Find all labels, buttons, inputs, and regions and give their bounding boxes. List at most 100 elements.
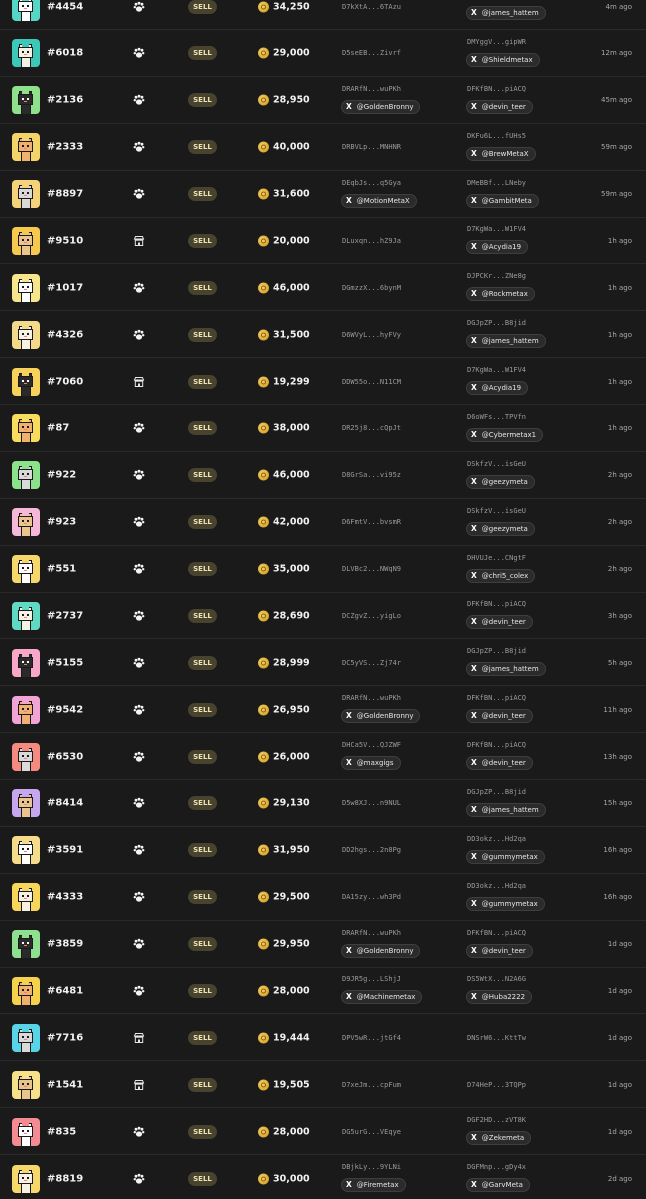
activity-row[interactable]: #7716 SELL 19,444 DPV5wR...jtGf4 DNSrW6...Kt…: [0, 1015, 646, 1062]
activity-row[interactable]: #2737 SELL 28,690 DCZgvZ...yigLo DFKfBN...pi…: [0, 593, 646, 640]
nft-avatar[interactable]: [12, 695, 40, 724]
nft-avatar[interactable]: [12, 555, 40, 584]
buyer-address[interactable]: DFKfBN...piACQ: [467, 741, 526, 749]
token-id[interactable]: #87: [47, 423, 69, 434]
buyer-twitter-badge[interactable]: X @geezymeta: [466, 474, 535, 489]
token-id[interactable]: #2333: [47, 142, 83, 153]
buyer-address[interactable]: DFKfBN...piACQ: [467, 600, 526, 608]
seller-address[interactable]: DRARfN...wuPKh: [342, 929, 401, 937]
activity-row[interactable]: #7060 SELL 19,299 DDW55o...N11CM D7KgWa...W1…: [0, 359, 646, 406]
seller-address[interactable]: DGmzzX...6bynM: [342, 284, 401, 292]
token-id[interactable]: #3859: [47, 939, 83, 950]
buyer-address[interactable]: DMeBBf...LNeby: [467, 179, 526, 187]
activity-row[interactable]: #1017 SELL 46,000 DGmzzX...6bynM DJPCKr...ZN…: [0, 265, 646, 312]
nft-avatar[interactable]: [12, 883, 40, 912]
seller-twitter-badge[interactable]: X @Machinemetax: [341, 990, 423, 1005]
activity-row[interactable]: #9542 SELL 26,950 DRARfN...wuPKh X @GoldenBro…: [0, 687, 646, 734]
token-id[interactable]: #1017: [47, 282, 83, 293]
activity-row[interactable]: #1541 SELL 19,505 D7xeJm...cpFum D74HeP...3T…: [0, 1062, 646, 1109]
buyer-twitter-badge[interactable]: X @devin_teer: [466, 943, 533, 958]
nft-avatar[interactable]: [12, 39, 40, 68]
buyer-address[interactable]: DSkfzV...isGeU: [467, 507, 526, 515]
nft-avatar[interactable]: [12, 648, 40, 677]
buyer-address[interactable]: DSkfzV...isGeU: [467, 460, 526, 468]
seller-address[interactable]: DRARfN...wuPKh: [342, 85, 401, 93]
buyer-address[interactable]: DGFMnp...gDy4x: [467, 1163, 526, 1171]
token-id[interactable]: #2737: [47, 610, 83, 621]
token-id[interactable]: #1541: [47, 1079, 83, 1090]
buyer-twitter-badge[interactable]: X @GambitMeta: [466, 193, 539, 208]
seller-address[interactable]: D6WVyL...hyFVy: [342, 331, 401, 339]
nft-avatar[interactable]: [12, 320, 40, 349]
seller-address[interactable]: DCZgvZ...yigLo: [342, 612, 401, 620]
seller-twitter-badge[interactable]: X @Firemetax: [341, 1178, 406, 1192]
token-id[interactable]: #4333: [47, 892, 83, 903]
buyer-twitter-badge[interactable]: X @chri5_colex: [466, 568, 536, 583]
seller-address[interactable]: DBjkLy...9YLNi: [342, 1163, 401, 1171]
token-id[interactable]: #7716: [47, 1032, 83, 1043]
activity-row[interactable]: #835 SELL 28,000 DG5urG...VEqye DGF2HD...zVT…: [0, 1109, 646, 1156]
seller-address[interactable]: D5seEB...Zivrf: [342, 49, 401, 57]
seller-twitter-badge[interactable]: X @GoldenBronny: [341, 99, 421, 114]
token-id[interactable]: #6481: [47, 985, 83, 996]
buyer-address[interactable]: DFKfBN...piACQ: [467, 929, 526, 937]
nft-avatar[interactable]: [12, 180, 40, 209]
seller-address[interactable]: DA15zy...wh3Pd: [342, 893, 401, 901]
activity-row[interactable]: #923 SELL 42,000 D6FmtV...bvsmR DSkfzV...isG…: [0, 500, 646, 546]
token-id[interactable]: #9510: [47, 235, 83, 246]
buyer-address[interactable]: DFKfBN...piACQ: [467, 85, 526, 93]
seller-address[interactable]: DLVBc2...NWqN9: [342, 565, 401, 573]
nft-avatar[interactable]: [12, 789, 40, 818]
seller-address[interactable]: D8GrSa...vi95z: [342, 471, 401, 479]
token-id[interactable]: #6018: [47, 48, 83, 59]
seller-address[interactable]: DHCa5V...QJZWF: [342, 741, 401, 749]
activity-row[interactable]: #922 SELL 46,000 D8GrSa...vi95z DSkfzV...isG…: [0, 453, 646, 499]
seller-twitter-badge[interactable]: X @MotionMetaX: [341, 193, 417, 208]
activity-row[interactable]: #8897 SELL 31,600 DEqbJs...q5Gya X @MotionMet…: [0, 172, 646, 218]
seller-address[interactable]: D7xeJm...cpFum: [342, 1081, 401, 1089]
token-id[interactable]: #7060: [47, 376, 83, 387]
nft-avatar[interactable]: [12, 414, 40, 443]
token-id[interactable]: #9542: [47, 704, 83, 715]
token-id[interactable]: #6530: [47, 751, 83, 762]
buyer-address[interactable]: DD3okz...Hd2qa: [467, 882, 526, 890]
activity-row[interactable]: #8819 SELL 30,000 DBjkLy...9YLNi X @Firemetax…: [0, 1156, 646, 1199]
activity-row[interactable]: #6481 SELL 28,000 D9JR5g...LShjJ X @Machineme…: [0, 968, 646, 1015]
seller-address[interactable]: D7kXtA...6TAzu: [342, 3, 401, 11]
token-id[interactable]: #8819: [47, 1173, 83, 1184]
activity-row[interactable]: #6530 SELL 26,000 DHCa5V...QJZWF X @maxgigs DF…: [0, 734, 646, 781]
activity-row[interactable]: #4326 SELL 31,500 D6WVyL...hyFVy DGJpZP...B8…: [0, 312, 646, 359]
activity-row[interactable]: #5155 SELL 28,999 DC5yVS...Zj74r DGJpZP...B8…: [0, 640, 646, 687]
buyer-twitter-badge[interactable]: X @gummymetax: [466, 849, 545, 864]
seller-address[interactable]: DLuxqn...hZ9Ja: [342, 237, 401, 245]
buyer-twitter-badge[interactable]: X @james_hattem: [466, 802, 546, 817]
token-id[interactable]: #5155: [47, 657, 83, 668]
seller-address[interactable]: DR25j8...cQpJt: [342, 424, 401, 432]
seller-address[interactable]: DRBVLp...MNHNR: [342, 143, 401, 151]
buyer-address[interactable]: DGF2HD...zVT8K: [467, 1116, 526, 1124]
seller-address[interactable]: D5w8XJ...n9NUL: [342, 799, 401, 807]
seller-address[interactable]: DG5urG...VEqye: [342, 1128, 401, 1136]
buyer-address[interactable]: DFKfBN...piACQ: [467, 694, 526, 702]
activity-row[interactable]: #2333 SELL 40,000 DRBVLp...MNHNR DKFu6L...fU…: [0, 125, 646, 171]
buyer-twitter-badge[interactable]: X @james_hattem: [466, 662, 546, 677]
token-id[interactable]: #3591: [47, 845, 83, 856]
token-id[interactable]: #4326: [47, 329, 83, 340]
buyer-address[interactable]: DD3okz...Hd2qa: [467, 835, 526, 843]
buyer-twitter-badge[interactable]: X @devin_teer: [466, 709, 533, 724]
seller-address[interactable]: DEqbJs...q5Gya: [342, 179, 401, 187]
buyer-twitter-badge[interactable]: X @BrewMetaX: [466, 146, 536, 161]
buyer-twitter-badge[interactable]: X @james_hattem: [466, 6, 546, 20]
token-id[interactable]: #8897: [47, 189, 83, 200]
seller-twitter-badge[interactable]: X @maxgigs: [341, 756, 401, 771]
activity-row[interactable]: #87 SELL 38,000 DR25j8...cQpJt D6oWFs...TPVf…: [0, 406, 646, 452]
buyer-twitter-badge[interactable]: X @Shieldmetax: [466, 52, 540, 67]
buyer-twitter-badge[interactable]: X @Acydia19: [466, 240, 529, 255]
seller-address[interactable]: DRARfN...wuPKh: [342, 694, 401, 702]
buyer-address[interactable]: D6oWFs...TPVfn: [467, 413, 526, 421]
nft-avatar[interactable]: [12, 133, 40, 162]
seller-address[interactable]: D9JR5g...LShjJ: [342, 975, 401, 983]
nft-avatar[interactable]: [12, 461, 40, 490]
nft-avatar[interactable]: [12, 1117, 40, 1146]
buyer-address[interactable]: DS5WtX...N2A6G: [467, 975, 526, 983]
